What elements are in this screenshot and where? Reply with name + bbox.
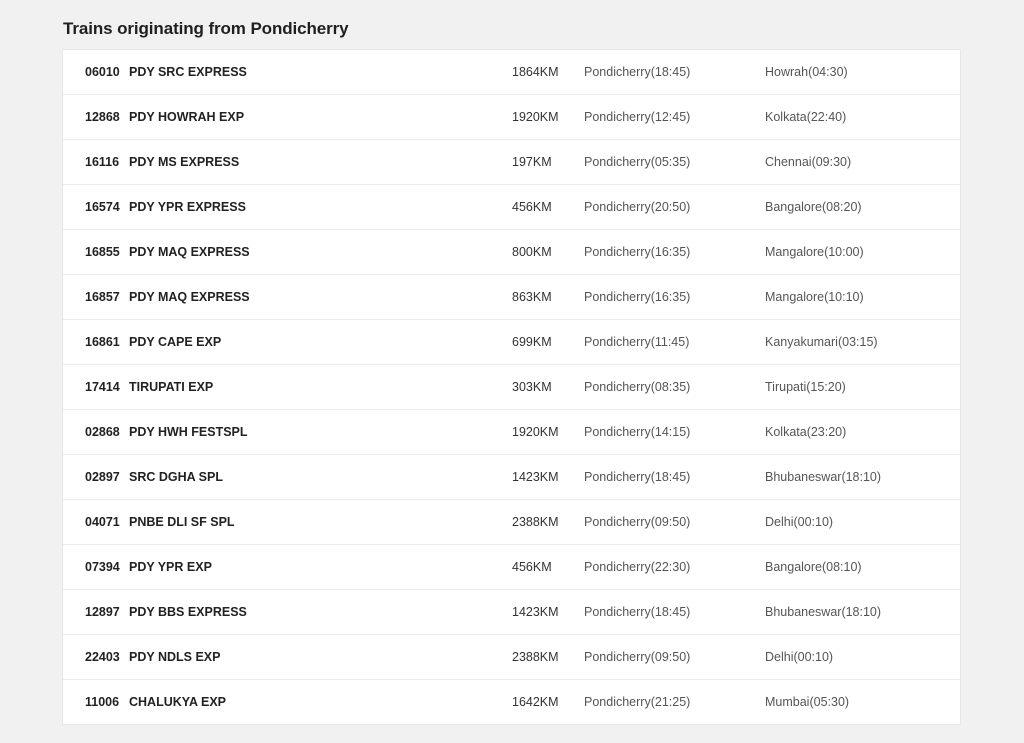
train-name[interactable]: PDY YPR EXPRESS: [129, 200, 246, 214]
train-name[interactable]: PDY BBS EXPRESS: [129, 605, 247, 619]
train-destination: Delhi(00:10): [765, 650, 834, 664]
train-number: 16855: [85, 245, 120, 259]
train-number: 11006: [85, 695, 120, 709]
train-destination: Howrah(04:30): [765, 65, 848, 79]
train-distance: 197KM: [512, 155, 552, 169]
train-name[interactable]: PNBE DLI SF SPL: [129, 515, 235, 529]
train-source: Pondicherry(14:15): [584, 425, 691, 439]
train-destination: Bhubaneswar(18:10): [765, 470, 882, 484]
train-row[interactable]: 22403 PDY NDLS EXP 2388KM Pondicherry(09…: [63, 634, 960, 679]
train-row[interactable]: 16855 PDY MAQ EXPRESS 800KM Pondicherry(…: [63, 229, 960, 274]
train-row[interactable]: 12868 PDY HOWRAH EXP 1920KM Pondicherry(…: [63, 94, 960, 139]
train-number: 16861: [85, 335, 120, 349]
train-source: Pondicherry(18:45): [584, 605, 691, 619]
train-row[interactable]: 16857 PDY MAQ EXPRESS 863KM Pondicherry(…: [63, 274, 960, 319]
train-source: Pondicherry(05:35): [584, 155, 691, 169]
train-source: Pondicherry(08:35): [584, 380, 691, 394]
train-distance: 863KM: [512, 290, 552, 304]
train-number: 02897: [85, 470, 120, 484]
train-source: Pondicherry(09:50): [584, 650, 691, 664]
train-number: 04071: [85, 515, 120, 529]
train-name[interactable]: PDY YPR EXP: [129, 560, 212, 574]
train-name[interactable]: PDY MAQ EXPRESS: [129, 290, 250, 304]
train-destination: Kanyakumari(03:15): [765, 335, 878, 349]
train-name[interactable]: CHALUKYA EXP: [129, 695, 226, 709]
train-source: Pondicherry(18:45): [584, 65, 691, 79]
train-number: 07394: [85, 560, 120, 574]
train-number: 16116: [85, 155, 120, 169]
train-distance: 2388KM: [512, 515, 559, 529]
train-destination: Bangalore(08:20): [765, 200, 862, 214]
train-name[interactable]: TIRUPATI EXP: [129, 380, 213, 394]
train-distance: 1642KM: [512, 695, 559, 709]
train-source: Pondicherry(09:50): [584, 515, 691, 529]
train-destination: Bangalore(08:10): [765, 560, 862, 574]
train-row[interactable]: 02897 SRC DGHA SPL 1423KM Pondicherry(18…: [63, 454, 960, 499]
train-number: 02868: [85, 425, 120, 439]
train-row[interactable]: 16574 PDY YPR EXPRESS 456KM Pondicherry(…: [63, 184, 960, 229]
train-distance: 1920KM: [512, 110, 559, 124]
train-name[interactable]: PDY NDLS EXP: [129, 650, 220, 664]
train-name[interactable]: PDY SRC EXPRESS: [129, 65, 247, 79]
train-distance: 456KM: [512, 200, 552, 214]
train-number: 16574: [85, 200, 120, 214]
train-row[interactable]: 16861 PDY CAPE EXP 699KM Pondicherry(11:…: [63, 319, 960, 364]
train-name[interactable]: PDY HOWRAH EXP: [129, 110, 244, 124]
train-row[interactable]: 02868 PDY HWH FESTSPL 1920KM Pondicherry…: [63, 409, 960, 454]
train-row[interactable]: 07394 PDY YPR EXP 456KM Pondicherry(22:3…: [63, 544, 960, 589]
page: Trains originating from Pondicherry 0601…: [0, 0, 1024, 743]
train-number: 06010: [85, 65, 120, 79]
train-row[interactable]: 04071 PNBE DLI SF SPL 2388KM Pondicherry…: [63, 499, 960, 544]
train-source: Pondicherry(16:35): [584, 245, 691, 259]
train-destination: Bhubaneswar(18:10): [765, 605, 882, 619]
train-number: 17414: [85, 380, 120, 394]
train-name[interactable]: PDY CAPE EXP: [129, 335, 221, 349]
train-number: 12868: [85, 110, 120, 124]
train-distance: 1920KM: [512, 425, 559, 439]
train-destination: Mangalore(10:00): [765, 245, 864, 259]
trains-table: 06010 PDY SRC EXPRESS 1864KM Pondicherry…: [62, 49, 961, 725]
train-row[interactable]: 16116 PDY MS EXPRESS 197KM Pondicherry(0…: [63, 139, 960, 184]
train-destination: Tirupati(15:20): [765, 380, 846, 394]
train-name[interactable]: PDY HWH FESTSPL: [129, 425, 248, 439]
train-number: 16857: [85, 290, 120, 304]
train-distance: 800KM: [512, 245, 552, 259]
train-number: 12897: [85, 605, 120, 619]
train-destination: Delhi(00:10): [765, 515, 834, 529]
train-number: 22403: [85, 650, 120, 664]
train-source: Pondicherry(18:45): [584, 470, 691, 484]
train-destination: Mumbai(05:30): [765, 695, 850, 709]
train-distance: 1423KM: [512, 470, 559, 484]
train-name[interactable]: SRC DGHA SPL: [129, 470, 223, 484]
train-distance: 456KM: [512, 560, 552, 574]
train-row[interactable]: 11006 CHALUKYA EXP 1642KM Pondicherry(21…: [63, 679, 960, 724]
train-source: Pondicherry(22:30): [584, 560, 691, 574]
train-source: Pondicherry(16:35): [584, 290, 691, 304]
train-row[interactable]: 06010 PDY SRC EXPRESS 1864KM Pondicherry…: [63, 50, 960, 94]
train-distance: 2388KM: [512, 650, 559, 664]
train-distance: 1423KM: [512, 605, 559, 619]
train-source: Pondicherry(12:45): [584, 110, 691, 124]
section-title: Trains originating from Pondicherry: [63, 19, 349, 38]
train-distance: 699KM: [512, 335, 552, 349]
train-destination: Kolkata(22:40): [765, 110, 847, 124]
train-distance: 303KM: [512, 380, 552, 394]
train-row[interactable]: 12897 PDY BBS EXPRESS 1423KM Pondicherry…: [63, 589, 960, 634]
train-row[interactable]: 17414 TIRUPATI EXP 303KM Pondicherry(08:…: [63, 364, 960, 409]
train-source: Pondicherry(20:50): [584, 200, 691, 214]
train-source: Pondicherry(11:45): [584, 335, 690, 349]
train-distance: 1864KM: [512, 65, 559, 79]
train-name[interactable]: PDY MAQ EXPRESS: [129, 245, 250, 259]
train-source: Pondicherry(21:25): [584, 695, 691, 709]
train-destination: Kolkata(23:20): [765, 425, 847, 439]
train-destination: Chennai(09:30): [765, 155, 852, 169]
train-name[interactable]: PDY MS EXPRESS: [129, 155, 239, 169]
train-destination: Mangalore(10:10): [765, 290, 864, 304]
